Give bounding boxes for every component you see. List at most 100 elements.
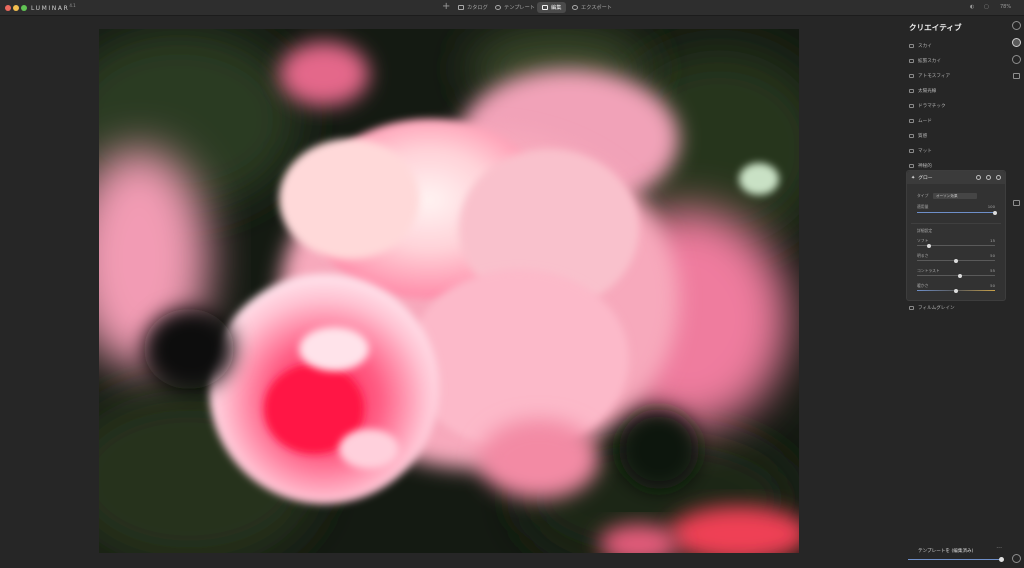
glow-type-select[interactable]: オーソン効果 [933, 193, 977, 199]
visibility-icon[interactable] [986, 175, 991, 180]
filter-texture-label: 質感 [918, 133, 928, 139]
catalog-icon [458, 5, 464, 10]
soft-value: 15 [990, 238, 995, 243]
zoom-window-button[interactable] [21, 5, 27, 11]
brightness-label: 明るさ [917, 253, 929, 258]
soft-slider[interactable] [917, 243, 995, 248]
mask-icon[interactable] [996, 175, 1001, 180]
template-amount-knob[interactable] [999, 557, 1004, 562]
edit-icon [542, 5, 548, 10]
glow-header[interactable]: ✦ グロー [907, 171, 1005, 184]
dramatic-icon [909, 103, 914, 108]
sunrays-icon [909, 88, 914, 93]
mood-icon [909, 118, 914, 123]
tab-edit-label: 編集 [551, 5, 562, 11]
glow-amount-knob[interactable] [993, 210, 997, 215]
template-label[interactable]: テンプレートを (編集済み) [918, 548, 973, 554]
filter-dramatic-label: ドラマチック [918, 103, 946, 109]
add-icon[interactable]: + [442, 1, 450, 12]
tab-catalog[interactable]: カタログ [453, 2, 493, 13]
template-menu-button[interactable]: ··· [996, 545, 1002, 552]
filter-matte[interactable]: マット [909, 143, 999, 158]
warmth-value: 50 [990, 283, 995, 288]
advanced-row: 詳細設定 [917, 228, 995, 234]
soft-label: ソフト [917, 238, 929, 243]
filter-dramatic[interactable]: ドラマチック [909, 98, 999, 113]
filter-augmented-sky-label: 拡張スカイ [918, 58, 941, 64]
filter-matte-label: マット [918, 148, 932, 154]
soft-knob[interactable] [926, 243, 931, 248]
view-icon[interactable]: ▢ [984, 4, 989, 10]
glow-type-label: タイプ [917, 193, 929, 198]
minimize-window-button[interactable] [13, 5, 19, 11]
filter-mood-label: ムード [918, 118, 932, 124]
advanced-label[interactable]: 詳細設定 [917, 228, 932, 233]
brand-name: LUMINAR [31, 5, 70, 12]
template-amount-slider[interactable] [908, 559, 1002, 560]
filter-film-grain[interactable]: フィルムグレイン [909, 305, 955, 311]
essentials-icon[interactable] [1012, 21, 1021, 30]
contrast-value: 55 [990, 268, 995, 273]
contrast-knob[interactable] [957, 273, 962, 278]
tab-edit[interactable]: 編集 [537, 2, 567, 13]
layers-icon[interactable] [1013, 200, 1020, 206]
glow-icon: ✦ [911, 174, 916, 181]
film-grain-label: フィルムグレイン [918, 306, 955, 311]
tab-catalog-label: カタログ [467, 5, 488, 11]
slider-row-contrast: コントラスト 55 [917, 268, 995, 274]
warmth-knob[interactable] [954, 288, 958, 293]
app-brand: LUMINAR4.1 [31, 3, 76, 12]
brightness-knob[interactable] [954, 258, 958, 263]
tab-templates[interactable]: テンプレート [490, 2, 540, 13]
compare-icon[interactable]: ◐ [970, 4, 974, 10]
glow-amount-slider[interactable] [917, 210, 997, 215]
filter-mood[interactable]: ムード [909, 113, 999, 128]
template-bar: テンプレートを (編集済み) ··· [906, 543, 1006, 565]
warmth-slider[interactable] [917, 288, 995, 293]
tab-export[interactable]: エクスポート [567, 2, 617, 13]
tab-export-label: エクスポート [581, 5, 612, 11]
glow-amount-value: 100 [987, 204, 995, 209]
panel-title: クリエイティブ [909, 23, 962, 32]
filter-mystical-label: 神秘的 [918, 163, 932, 169]
filter-list: スカイ 拡張スカイ アトモスフィア 太陽光線 ドラマチック ムード 質感 マット… [909, 38, 999, 173]
creative-icon[interactable] [1012, 38, 1021, 47]
atmosphere-icon [909, 73, 914, 78]
film-grain-icon [909, 306, 914, 310]
export-icon [572, 5, 578, 10]
glow-tool-panel: ✦ グロー タイプ オーソン効果 適用量 100 詳細設定 ソフト 15 明るさ… [906, 170, 1006, 301]
glow-amount-label: 適用量 [917, 204, 929, 209]
contrast-slider[interactable] [917, 273, 995, 278]
zoom-level[interactable]: 78% [1000, 4, 1011, 10]
history-icon[interactable] [1012, 554, 1021, 563]
filter-atmosphere[interactable]: アトモスフィア [909, 68, 999, 83]
reset-icon[interactable] [976, 175, 981, 180]
brightness-slider[interactable] [917, 258, 995, 263]
contrast-label: コントラスト [917, 268, 940, 273]
mystical-icon [909, 163, 914, 168]
filter-sunrays-label: 太陽光線 [918, 88, 937, 94]
filter-texture[interactable]: 質感 [909, 128, 999, 143]
augmented-sky-icon [909, 58, 914, 63]
sky-icon [909, 43, 914, 48]
title-bar: LUMINAR4.1 + カタログ テンプレート 編集 エクスポート ◐ ▢ 7… [0, 0, 1024, 16]
photo-canvas[interactable] [99, 29, 799, 553]
portrait-icon[interactable] [1012, 55, 1021, 64]
professional-icon[interactable] [1013, 73, 1020, 79]
filter-sky[interactable]: スカイ [909, 38, 999, 53]
filter-sunrays[interactable]: 太陽光線 [909, 83, 999, 98]
matte-icon [909, 148, 914, 153]
filter-augmented-sky[interactable]: 拡張スカイ [909, 53, 999, 68]
glow-title: グロー [918, 176, 933, 181]
divider [911, 223, 1001, 224]
texture-icon [909, 133, 914, 138]
close-window-button[interactable] [5, 5, 11, 11]
templates-icon [495, 5, 501, 10]
brightness-value: 50 [990, 253, 995, 258]
warmth-label: 暖かさ [917, 283, 929, 288]
glow-amount-row: 適用量 100 [917, 204, 995, 210]
glow-amount-fill [917, 212, 995, 213]
tab-templates-label: テンプレート [504, 5, 535, 11]
filter-sky-label: スカイ [918, 43, 932, 49]
filter-atmosphere-label: アトモスフィア [918, 73, 951, 79]
